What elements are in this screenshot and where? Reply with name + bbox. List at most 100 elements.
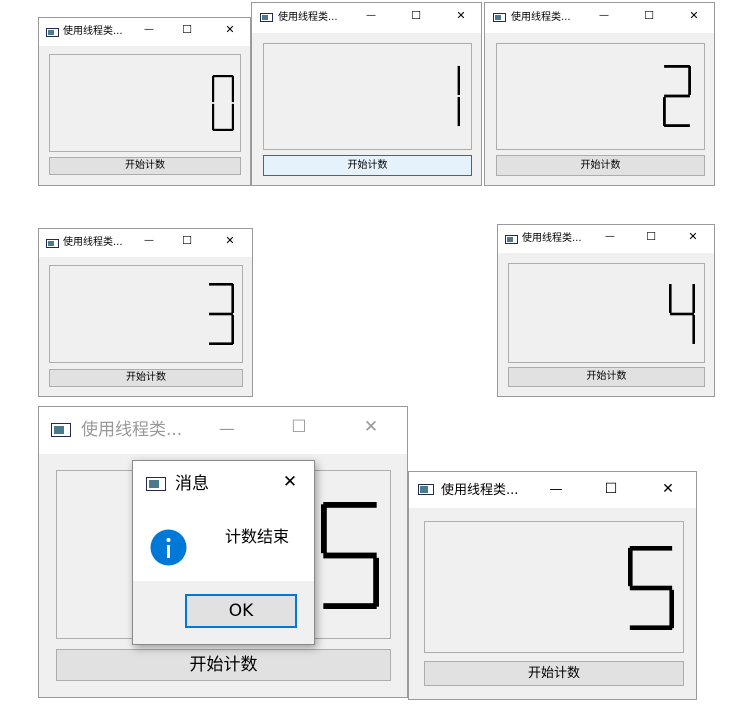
title-bar[interactable]: 使用线程类... — ☐ ✕ — [39, 229, 252, 257]
counter-window-1: 使用线程类... — ☐ ✕ 开始计数 — [38, 17, 251, 186]
close-button[interactable]: ✕ — [452, 10, 470, 21]
lcd-segment-b — [688, 66, 691, 95]
ok-button[interactable]: OK — [185, 594, 297, 628]
counter-window-3: 使用线程类... — ☐ ✕ 开始计数 — [484, 2, 715, 186]
lcd-display — [424, 521, 684, 653]
info-icon — [150, 529, 187, 570]
window-title: 使用线程类... — [511, 12, 571, 23]
title-bar[interactable]: 使用线程类... — ☐ ✕ — [39, 18, 250, 46]
window-title: 使用线程类... — [278, 12, 338, 23]
lcd-segment-b — [457, 65, 460, 96]
counter-window-7: 使用线程类... — ☐ ✕ 开始计数 — [408, 471, 697, 700]
title-bar[interactable]: 使用线程类... — ☐ ✕ — [485, 3, 714, 33]
title-bar[interactable]: 使用线程类... — ☐ ✕ — [252, 3, 481, 33]
start-count-button[interactable]: 开始计数 — [49, 157, 241, 175]
lcd-segment-f — [669, 284, 672, 313]
lcd-segment-d — [212, 128, 234, 131]
close-button[interactable]: ✕ — [221, 235, 239, 246]
lcd-digit — [321, 502, 379, 609]
close-button[interactable]: ✕ — [221, 24, 239, 35]
lcd-segment-b — [692, 284, 695, 313]
window-title: 使用线程类... — [63, 237, 123, 248]
lcd-digit — [628, 546, 674, 630]
message-box-close-button[interactable]: ✕ — [278, 474, 302, 491]
maximize-button[interactable]: ☐ — [178, 24, 196, 35]
lcd-segment-f — [628, 547, 633, 587]
window-title: 使用线程类... — [522, 233, 582, 244]
lcd-segment-d — [664, 124, 690, 127]
message-box-title: 消息 — [175, 474, 209, 494]
maximize-button[interactable]: ☐ — [287, 419, 311, 436]
lcd-digit — [457, 65, 460, 127]
minimize-button[interactable]: — — [595, 11, 613, 21]
minimize-button[interactable]: — — [362, 11, 380, 21]
close-button[interactable]: ✕ — [359, 419, 383, 436]
lcd-segment-d — [323, 603, 377, 609]
lcd-segment-c — [669, 589, 674, 629]
lcd-segment-f — [321, 504, 327, 554]
lcd-digit — [212, 75, 234, 131]
app-icon — [260, 13, 273, 22]
close-button[interactable]: ✕ — [684, 231, 702, 242]
start-count-button[interactable]: 开始计数 — [496, 155, 705, 176]
start-count-button[interactable]: 开始计数 — [424, 661, 684, 686]
window-title: 使用线程类... — [63, 26, 123, 37]
close-button[interactable]: ✕ — [685, 10, 703, 21]
app-icon — [418, 484, 434, 495]
lcd-display — [508, 263, 705, 363]
lcd-digit — [209, 283, 234, 345]
app-icon — [46, 28, 59, 37]
app-icon — [51, 423, 71, 437]
message-box-footer: OK — [133, 581, 314, 644]
minimize-button[interactable]: — — [140, 236, 158, 246]
lcd-segment-a — [209, 283, 233, 286]
lcd-segment-e — [212, 103, 215, 131]
message-box: 消息 ✕ 计数结束 OK — [132, 460, 315, 645]
lcd-display — [496, 43, 705, 150]
title-bar[interactable]: 使用线程类... — ☐ ✕ — [498, 225, 714, 253]
app-icon — [505, 235, 518, 244]
title-bar[interactable]: 使用线程类... — ☐ ✕ — [409, 472, 696, 508]
maximize-button[interactable]: ☐ — [178, 235, 196, 246]
title-bar[interactable]: 使用线程类... — ☐ ✕ — [39, 407, 407, 454]
start-count-button[interactable]: 开始计数 — [508, 367, 705, 387]
counter-window-2: 使用线程类... — ☐ ✕ 开始计数 — [251, 2, 482, 186]
lcd-segment-e — [663, 97, 666, 126]
maximize-button[interactable]: ☐ — [640, 10, 658, 21]
lcd-segment-c — [457, 96, 460, 127]
maximize-button[interactable]: ☐ — [601, 482, 621, 496]
maximize-button[interactable]: ☐ — [642, 231, 660, 242]
lcd-segment-a — [664, 65, 690, 68]
lcd-segment-g — [629, 585, 673, 591]
lcd-segment-d — [629, 625, 673, 630]
lcd-segment-a — [212, 75, 234, 78]
lcd-segment-d — [209, 342, 233, 345]
lcd-display — [263, 43, 472, 150]
lcd-display — [49, 54, 241, 152]
start-count-button[interactable]: 开始计数 — [49, 369, 243, 387]
lcd-segment-a — [629, 546, 673, 551]
counter-window-5: 使用线程类... — ☐ ✕ 开始计数 — [497, 224, 715, 397]
message-text: 计数结束 — [225, 527, 290, 546]
maximize-button[interactable]: ☐ — [407, 10, 425, 21]
start-count-button[interactable]: 开始计数 — [263, 155, 472, 176]
lcd-segment-c — [692, 315, 695, 344]
window-title: 使用线程类... — [81, 420, 183, 440]
close-button[interactable]: ✕ — [658, 482, 678, 496]
minimize-button[interactable]: — — [601, 232, 619, 242]
lcd-display — [49, 265, 243, 363]
lcd-segment-c — [231, 315, 234, 344]
app-icon — [46, 239, 59, 248]
start-count-button[interactable]: 开始计数 — [56, 649, 391, 681]
lcd-segment-b — [231, 75, 234, 103]
lcd-digit — [669, 284, 695, 344]
lcd-segment-c — [231, 103, 234, 131]
lcd-segment-c — [373, 557, 379, 607]
minimize-button[interactable]: — — [546, 483, 566, 496]
lcd-segment-g — [664, 94, 690, 98]
minimize-button[interactable]: — — [140, 25, 158, 35]
minimize-button[interactable]: — — [215, 421, 239, 437]
lcd-segment-g — [323, 552, 377, 559]
lcd-segment-g — [209, 312, 233, 316]
app-icon — [493, 13, 506, 22]
